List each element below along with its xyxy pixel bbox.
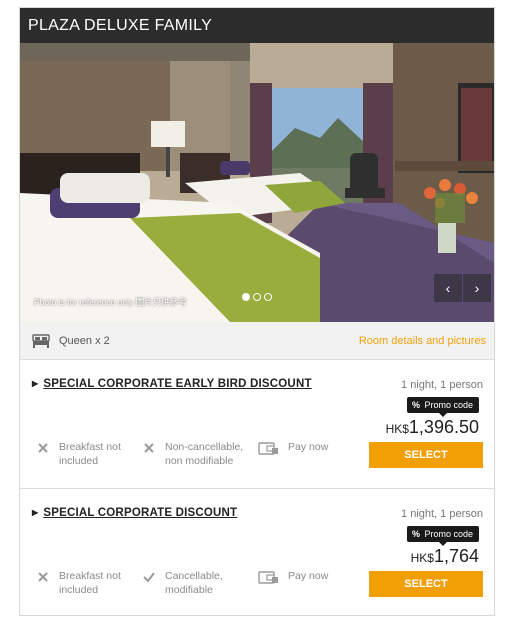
carousel-prev-button[interactable]: ‹ (434, 274, 462, 302)
price: HK$1,764 (410, 546, 479, 566)
room-title: PLAZA DELUXE FAMILY (20, 8, 494, 43)
bed-type: Queen x 2 (59, 334, 110, 347)
price: HK$1,396.50 (385, 417, 479, 437)
feature-cancellation: Non-cancellable, non modifiable (142, 440, 251, 468)
feature-payment: Pay now (258, 440, 328, 455)
check-icon (143, 572, 155, 583)
select-button[interactable]: SELECT (369, 442, 483, 468)
select-button[interactable]: SELECT (369, 571, 483, 597)
x-icon (38, 443, 48, 453)
wallet-icon (258, 571, 278, 584)
room-photo-carousel[interactable]: Photo is for reference only 圖片只供參考 ‹ › (20, 43, 494, 322)
carousel-dot[interactable] (253, 293, 261, 301)
bed-info-bar: Queen x 2 Room details and pictures (20, 322, 494, 360)
caret-right-icon: ▶ (32, 508, 39, 517)
feature-breakfast: Breakfast not included (36, 440, 131, 468)
offer-title[interactable]: ▶ SPECIAL CORPORATE EARLY BIRD DISCOUNT (32, 378, 312, 390)
occupancy-text: 1 night, 1 person (401, 379, 483, 391)
carousel-next-button[interactable]: › (463, 274, 491, 302)
percent-icon: % (411, 400, 420, 410)
room-details-link[interactable]: Room details and pictures (359, 335, 486, 347)
bed-icon (32, 333, 50, 348)
chevron-left-icon: ‹ (445, 280, 451, 296)
carousel-dot[interactable] (242, 293, 250, 301)
room-card: PLAZA DELUXE FAMILY Photo is for referen… (19, 7, 495, 616)
wallet-icon (258, 442, 278, 455)
feature-payment: Pay now (258, 569, 328, 584)
chevron-right-icon: › (474, 280, 480, 296)
occupancy-text: 1 night, 1 person (401, 508, 483, 520)
rate-offer: ▶ SPECIAL CORPORATE DISCOUNT 1 night, 1 p… (20, 489, 494, 616)
room-photo (20, 43, 494, 322)
feature-breakfast: Breakfast not included (36, 569, 131, 597)
percent-icon: % (411, 529, 420, 539)
caret-right-icon: ▶ (32, 379, 39, 388)
promo-code-badge: % Promo code (406, 397, 479, 417)
offer-title[interactable]: ▶ SPECIAL CORPORATE DISCOUNT (32, 507, 237, 519)
promo-code-badge: % Promo code (406, 526, 479, 546)
x-icon (38, 572, 48, 582)
carousel-dots (242, 293, 272, 301)
x-icon (144, 443, 154, 453)
rate-offer: ▶ SPECIAL CORPORATE EARLY BIRD DISCOUNT 1… (20, 360, 494, 489)
feature-cancellation: Cancellable, modifiable (142, 569, 237, 597)
carousel-dot[interactable] (264, 293, 272, 301)
photo-caption: Photo is for reference only 圖片只供參考 (34, 297, 187, 307)
